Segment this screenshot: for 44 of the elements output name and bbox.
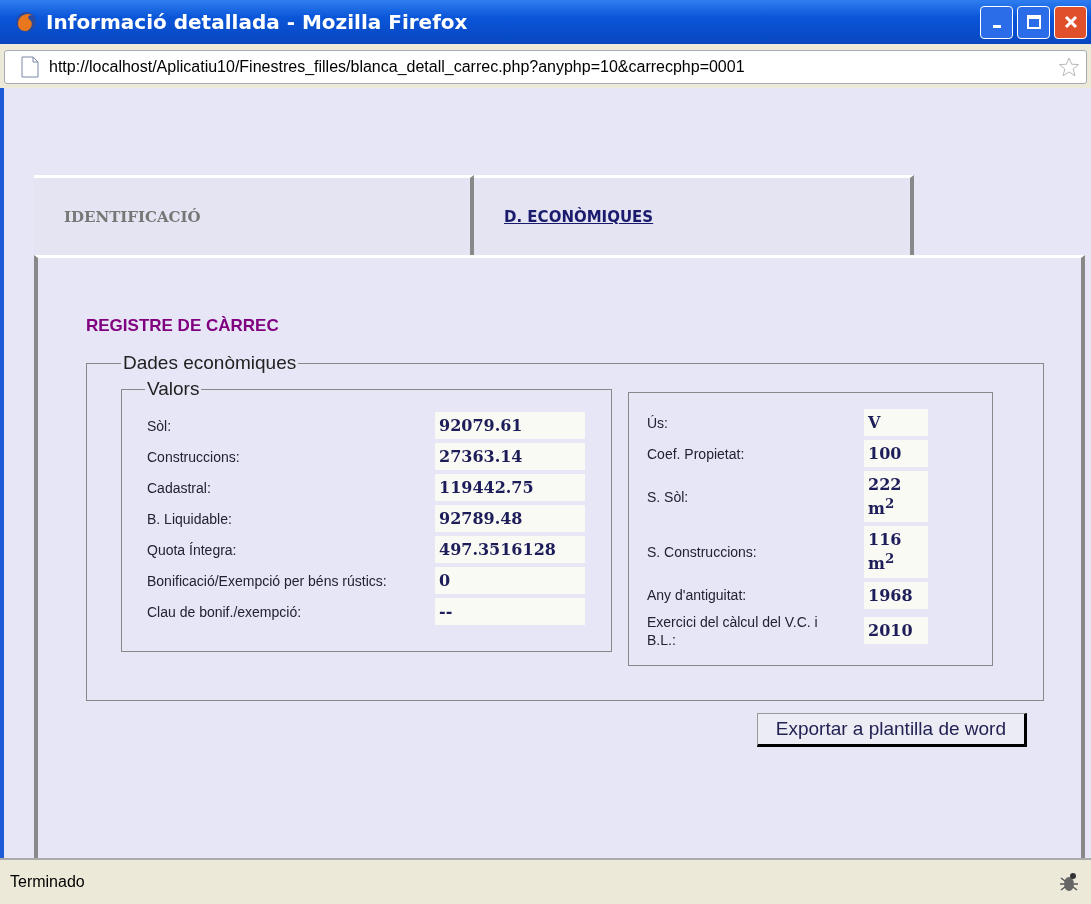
tab[interactable]: IDENTIFICACIÓ	[34, 175, 474, 255]
section-heading: REGISTRE DE CÀRREC	[86, 316, 280, 336]
minimize-button[interactable]	[980, 5, 1013, 39]
value-field: 92079.61	[435, 412, 585, 439]
value-field: 1968	[864, 581, 928, 609]
field-label: Any d'antiguitat:	[647, 586, 748, 605]
field-label: Quota Íntegra:	[147, 540, 238, 559]
field-label: B. Liquidable:	[147, 509, 233, 528]
status-text: Terminado	[10, 873, 85, 891]
value-field: 116 m$^{2}$	[864, 526, 928, 578]
window-title: Informació detallada - Mozilla Firefox	[46, 10, 469, 34]
export-button[interactable]: Exportar a plantilla de word	[756, 712, 1027, 747]
value-field: 222 m$^{2}$	[864, 471, 928, 523]
close-icon	[1063, 15, 1078, 29]
value-field: V	[864, 409, 928, 436]
field-label: Cadastral:	[147, 478, 212, 497]
page-icon	[21, 56, 39, 78]
field-label: Coef. Propietat:	[647, 444, 746, 463]
value-field: 497.3516128	[435, 536, 585, 563]
maximize-icon	[1026, 15, 1041, 29]
bug-icon	[1057, 870, 1081, 894]
field-label: S. Sòl:	[647, 487, 690, 506]
field-label: Clau de bonif./exempció:	[147, 602, 303, 621]
star-icon[interactable]	[1058, 56, 1080, 78]
fieldset-legend: Dades econòmiques	[121, 352, 299, 374]
tab[interactable]: D. ECONÒMIQUES	[474, 175, 914, 255]
value-field: 92789.48	[435, 505, 585, 532]
field-label: Bonificació/Exempció per béns rústics:	[147, 571, 388, 590]
value-field: 100	[864, 440, 928, 467]
value-field: --	[435, 598, 585, 625]
close-button[interactable]	[1054, 5, 1087, 39]
field-label: Exercici del càlcul del V.C. i B.L.:	[647, 612, 819, 649]
field-label: Construccions:	[147, 447, 241, 466]
value-field: 119442.75	[435, 474, 585, 501]
maximize-button[interactable]	[1017, 5, 1050, 39]
field-label: S. Construccions:	[647, 543, 758, 561]
address-field[interactable]: http://localhost/Aplicatiu10/Finestres_filles/blanca_detall_carrec.php?anyphp=10&carrecphp=0001	[4, 50, 1087, 84]
field-label: Sòl:	[147, 416, 173, 435]
field-label: Ús:	[647, 413, 669, 432]
value-field: 27363.14	[435, 443, 585, 470]
value-field: 2010	[864, 617, 928, 645]
fieldset-legend: Valors	[145, 378, 202, 400]
minimize-icon	[992, 25, 1001, 28]
value-field: 0	[435, 567, 585, 594]
